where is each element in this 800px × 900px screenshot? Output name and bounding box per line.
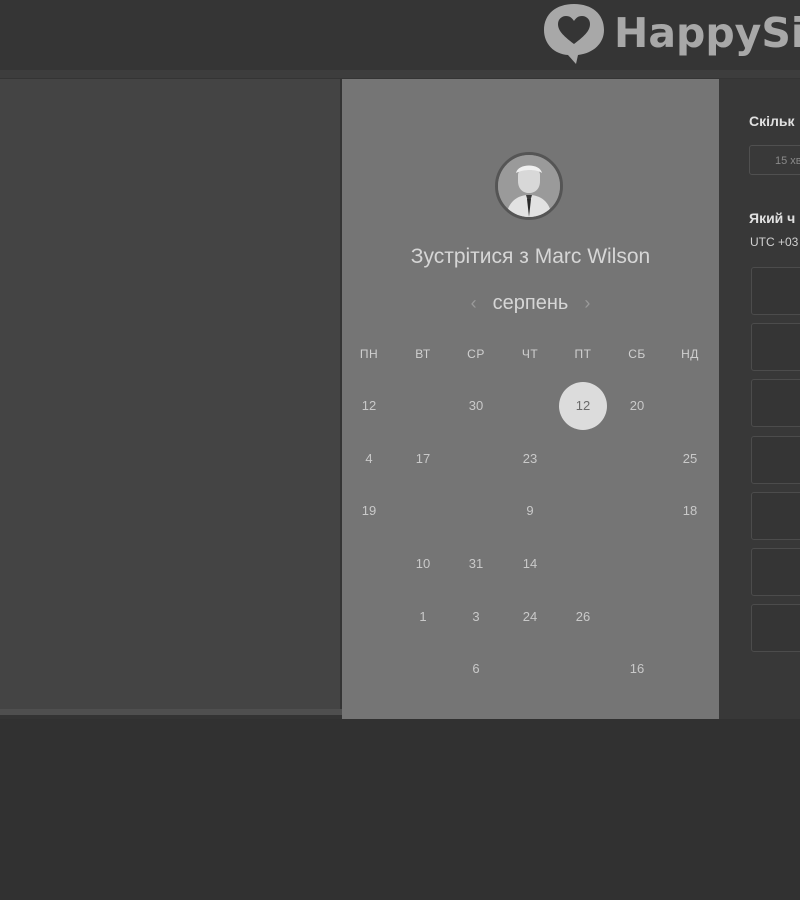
calendar-day-unavailable — [345, 645, 393, 693]
time-slot-button[interactable] — [751, 548, 800, 596]
calendar-day-unavailable — [559, 435, 607, 483]
footer-area — [0, 719, 800, 900]
calendar-day-unavailable — [399, 382, 447, 430]
time-label: Який ч — [749, 210, 796, 226]
calendar-day-unavailable — [452, 435, 500, 483]
weekday-label: ВТ — [415, 347, 431, 361]
time-slot-button[interactable] — [751, 436, 800, 484]
calendar-day-unavailable — [559, 645, 607, 693]
calendar-day-selected[interactable]: 12 — [559, 382, 607, 430]
calendar-day-unavailable — [506, 382, 554, 430]
duration-label: Скільк — [749, 113, 795, 129]
left-panel-divider — [0, 709, 342, 715]
left-panel — [0, 79, 340, 712]
calendar-day-unavailable — [613, 540, 661, 588]
brand-logo[interactable]: HappySig — [540, 0, 800, 66]
calendar-day[interactable]: 10 — [399, 540, 447, 588]
calendar-day[interactable]: 6 — [452, 645, 500, 693]
calendar-day[interactable]: 17 — [399, 435, 447, 483]
calendar-day-unavailable — [506, 645, 554, 693]
weekday-label: СР — [467, 347, 485, 361]
weekday-label: СБ — [628, 347, 646, 361]
calendar-day-unavailable — [399, 487, 447, 535]
calendar-day[interactable]: 20 — [613, 382, 661, 430]
calendar-day-unavailable — [613, 593, 661, 641]
chevron-left-icon[interactable]: ‹ — [471, 293, 477, 314]
time-slot-button[interactable] — [751, 492, 800, 540]
calendar-day[interactable]: 19 — [345, 487, 393, 535]
weekday-label: НД — [681, 347, 699, 361]
options-panel: Скільк 15 хв Який ч UTC +03 — [719, 79, 800, 719]
calendar-day-unavailable — [559, 540, 607, 588]
calendar-day-unavailable — [666, 540, 714, 588]
calendar-day-unavailable — [666, 382, 714, 430]
calendar-day[interactable]: 18 — [666, 487, 714, 535]
calendar-day-unavailable — [666, 645, 714, 693]
weekday-label: ПТ — [574, 347, 592, 361]
header-divider — [0, 70, 800, 78]
calendar-day[interactable]: 23 — [506, 435, 554, 483]
calendar-day[interactable]: 25 — [666, 435, 714, 483]
scheduler-panel: Зустрітися з Marc Wilson ‹ серпень › ПН В… — [342, 79, 719, 719]
top-bar: HappySig — [0, 0, 800, 71]
calendar-day[interactable]: 3 — [452, 593, 500, 641]
calendar-day-unavailable — [666, 593, 714, 641]
avatar — [495, 152, 563, 220]
chevron-right-icon[interactable]: › — [584, 293, 590, 314]
time-slot-button[interactable] — [751, 267, 800, 315]
month-label: серпень — [492, 291, 569, 314]
weekday-label: ЧТ — [521, 347, 539, 361]
calendar-day-unavailable — [345, 540, 393, 588]
calendar-day-unavailable — [613, 487, 661, 535]
calendar-day-unavailable — [613, 435, 661, 483]
time-slot-button[interactable] — [751, 379, 800, 427]
weekday-label: ПН — [359, 347, 379, 361]
month-navigation: ‹ серпень › — [342, 291, 719, 315]
calendar-day-unavailable — [345, 593, 393, 641]
calendar-day-unavailable — [559, 487, 607, 535]
calendar-day[interactable]: 16 — [613, 645, 661, 693]
calendar-day[interactable]: 24 — [506, 593, 554, 641]
timezone-label: UTC +03 — [750, 235, 799, 249]
calendar-day[interactable]: 4 — [345, 435, 393, 483]
calendar-day[interactable]: 1 — [399, 593, 447, 641]
calendar-day[interactable]: 26 — [559, 593, 607, 641]
time-slot-button[interactable] — [751, 604, 800, 652]
heart-bubble-icon — [540, 0, 608, 66]
calendar-day[interactable]: 30 — [452, 382, 500, 430]
brand-name: HappySig — [614, 9, 800, 57]
calendar-day[interactable]: 31 — [452, 540, 500, 588]
duration-select[interactable]: 15 хв — [749, 145, 800, 175]
calendar-day[interactable]: 9 — [506, 487, 554, 535]
time-slot-button[interactable] — [751, 323, 800, 371]
calendar-day-unavailable — [399, 645, 447, 693]
calendar-day[interactable]: 14 — [506, 540, 554, 588]
calendar-day-unavailable — [452, 487, 500, 535]
meeting-title: Зустрітися з Marc Wilson — [410, 245, 651, 268]
calendar-day[interactable]: 12 — [345, 382, 393, 430]
